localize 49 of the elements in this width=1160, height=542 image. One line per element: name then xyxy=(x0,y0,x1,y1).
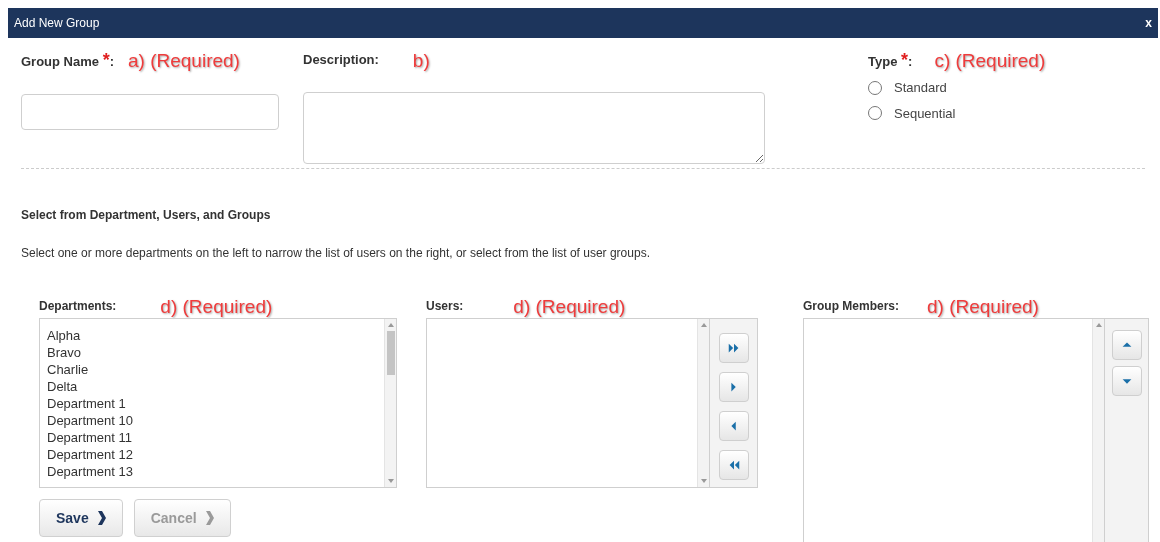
list-item[interactable]: Department 11 xyxy=(47,429,384,446)
annotation-text: a) (Required) xyxy=(128,50,240,70)
scroll-down-icon[interactable] xyxy=(387,479,394,483)
scrollbar[interactable] xyxy=(697,319,709,487)
departments-list[interactable]: Alpha Bravo Charlie Delta Department 1 Department 10 Department 11 Department 12 Department 13 xyxy=(39,318,397,488)
field-label: Description: xyxy=(303,51,379,70)
annotation-text: c) (Required) xyxy=(934,50,1046,70)
transfer-button[interactable] xyxy=(718,333,749,363)
transfer-button[interactable] xyxy=(718,372,749,402)
chevron-right-icon xyxy=(96,511,106,525)
list-item[interactable]: Department 1 xyxy=(47,395,384,412)
move-button[interactable] xyxy=(1111,330,1142,360)
list-label: Users: xyxy=(426,298,464,315)
list-item[interactable]: Alpha xyxy=(47,327,384,344)
close-button[interactable]: x xyxy=(1145,14,1152,32)
scrollbar-thumb[interactable] xyxy=(386,331,395,375)
list-item[interactable]: Charlie xyxy=(47,361,384,378)
move-button[interactable] xyxy=(1111,366,1142,396)
annotation-text: d) (Required) xyxy=(927,296,1039,316)
transfer-button[interactable] xyxy=(718,450,749,480)
dialog-title: Add New Group xyxy=(14,15,100,32)
radio-label: Sequential xyxy=(894,104,956,123)
list-item[interactable]: Delta xyxy=(47,378,384,395)
scroll-down-icon[interactable] xyxy=(700,479,707,483)
annotation-text: d) (Required) xyxy=(160,296,273,316)
field-label: Type *: xyxy=(868,48,913,72)
section-heading: Select from Department, Users, and Groups xyxy=(20,207,272,224)
group-name-field[interactable] xyxy=(21,94,279,130)
list-item[interactable]: Department 13 xyxy=(47,463,384,480)
list-label: Departments: xyxy=(39,298,117,315)
instructions-text: Select one or more departments on the left to narrow the list of users on the right, or select from the list of user groups. xyxy=(20,245,651,262)
field-label: Group Name *: xyxy=(21,48,114,72)
chevron-right-icon xyxy=(204,511,214,525)
transfer-button[interactable] xyxy=(718,411,749,441)
list-label: Group Members: xyxy=(803,298,899,315)
list-item[interactable]: Department 12 xyxy=(47,446,384,463)
annotation-text: d) (Required) xyxy=(513,296,626,316)
scroll-up-icon[interactable] xyxy=(1095,323,1102,327)
scrollbar[interactable] xyxy=(1092,319,1104,542)
radio-label: Standard xyxy=(894,79,947,97)
description-field[interactable] xyxy=(303,92,765,164)
save-button[interactable]: Save xyxy=(39,499,123,537)
scrollbar[interactable] xyxy=(384,319,396,487)
list-item[interactable]: Bravo xyxy=(47,344,384,361)
list-item[interactable]: Department 10 xyxy=(47,412,384,429)
scroll-up-icon[interactable] xyxy=(387,323,394,327)
annotation-text: b) xyxy=(412,50,430,70)
scroll-up-icon[interactable] xyxy=(700,323,707,327)
double-right-arrow-icon xyxy=(726,341,741,355)
